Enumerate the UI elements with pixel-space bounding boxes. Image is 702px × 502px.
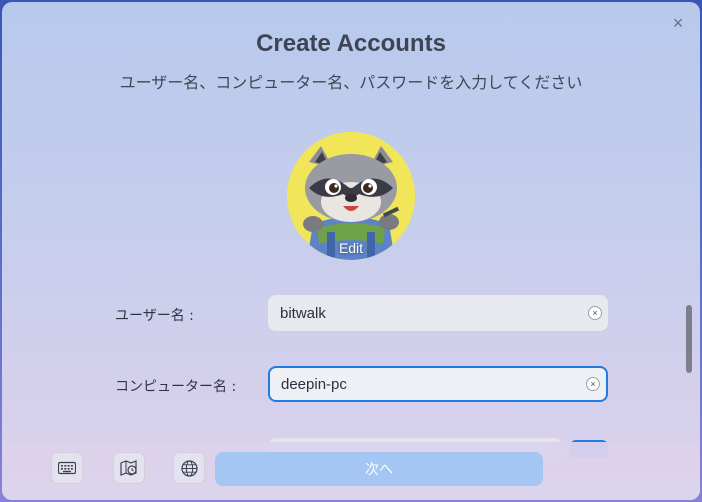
installer-window: × Create Accounts ユーザー名、コンピューター名、パスワードを入… bbox=[2, 2, 700, 500]
computer-name-label: コンピューター名 : bbox=[115, 379, 237, 395]
clear-username-icon[interactable]: × bbox=[588, 306, 602, 320]
next-button[interactable]: 次へ bbox=[215, 452, 543, 486]
map-clock-icon bbox=[120, 460, 137, 476]
keyboard-icon bbox=[58, 461, 76, 475]
clear-computer-name-icon[interactable]: × bbox=[586, 377, 600, 391]
keyboard-layout-button[interactable] bbox=[51, 452, 83, 484]
computer-name-field[interactable]: × bbox=[268, 366, 608, 402]
computer-name-input[interactable] bbox=[281, 368, 571, 400]
page-subtitle: ユーザー名、コンピューター名、パスワードを入力してください bbox=[119, 73, 583, 92]
username-input[interactable] bbox=[280, 295, 570, 331]
page-title: Create Accounts bbox=[256, 30, 446, 57]
avatar-edit-label[interactable]: Edit bbox=[287, 240, 415, 256]
globe-icon bbox=[180, 459, 198, 477]
avatar[interactable]: Edit bbox=[287, 132, 415, 260]
language-button[interactable] bbox=[173, 452, 205, 484]
scrollbar[interactable] bbox=[686, 305, 692, 373]
username-label: ユーザー名 : bbox=[115, 308, 194, 324]
username-field[interactable]: × bbox=[268, 295, 608, 331]
timezone-button[interactable] bbox=[113, 452, 145, 484]
next-button-label: 次へ bbox=[365, 462, 393, 478]
